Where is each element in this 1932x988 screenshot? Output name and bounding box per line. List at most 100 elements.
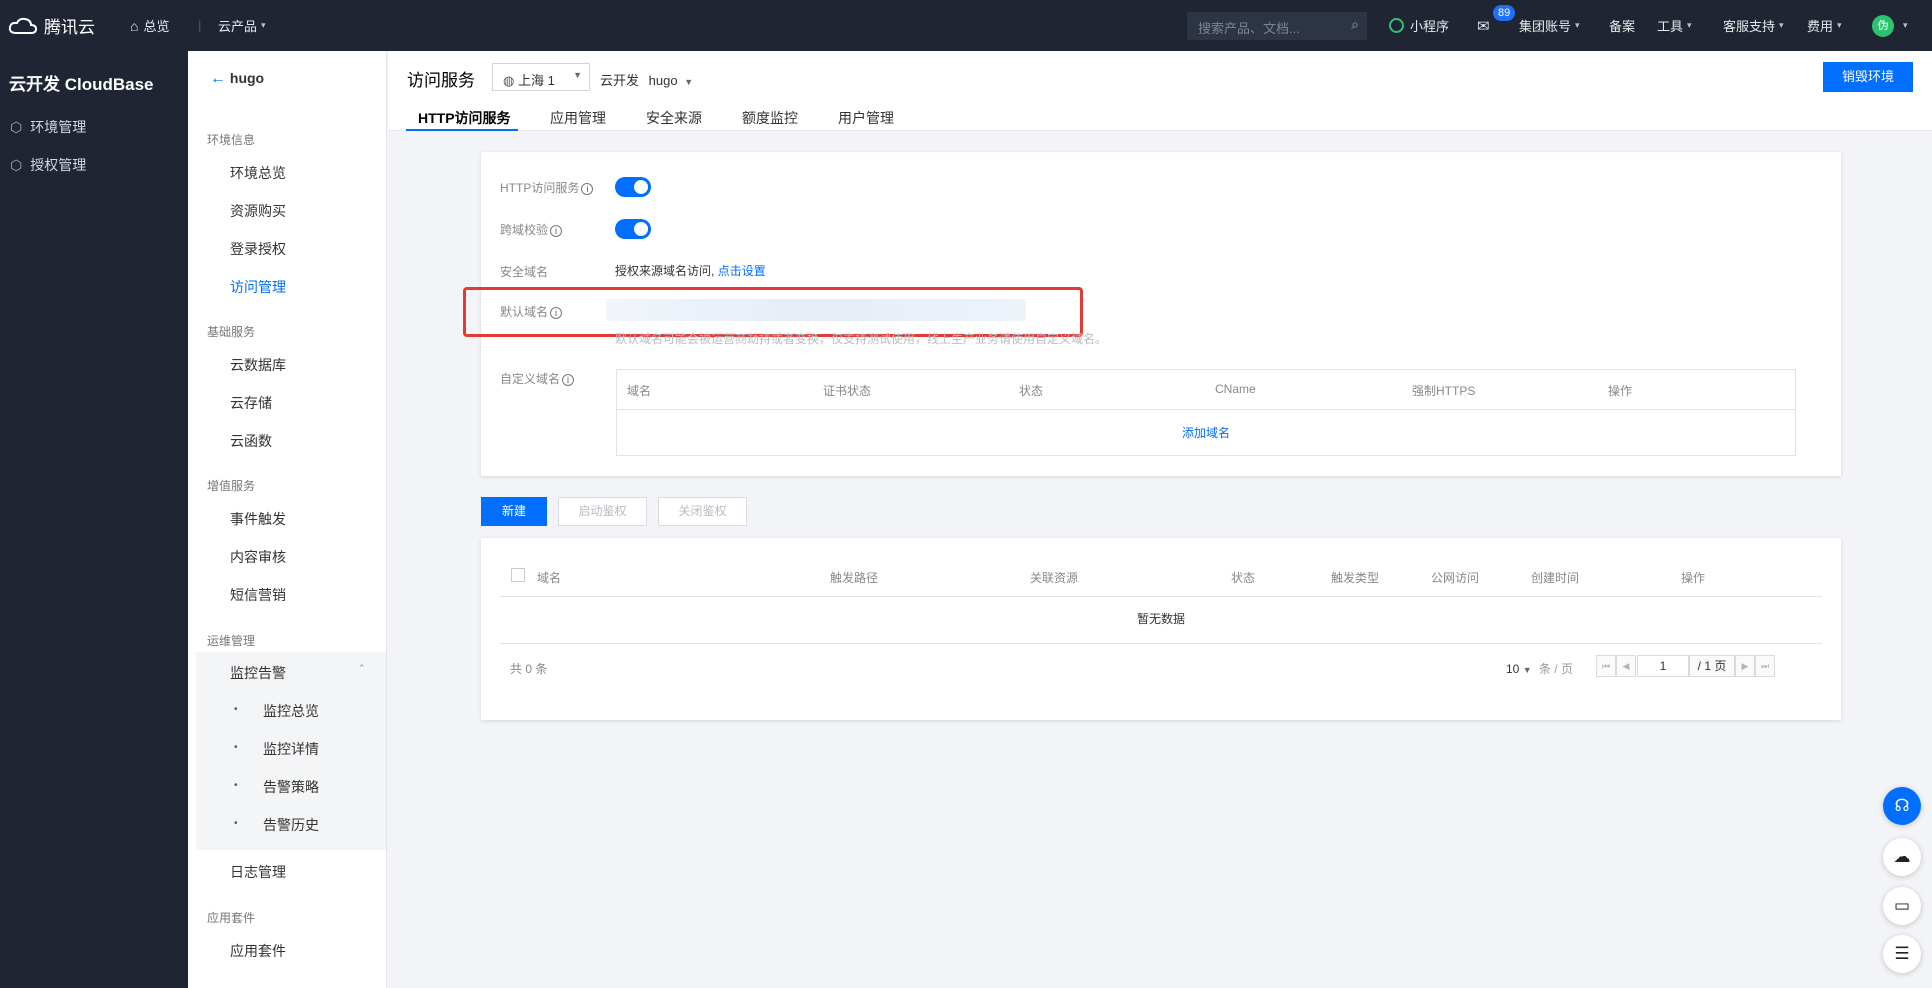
logo[interactable]: 腾讯云 xyxy=(8,0,95,51)
nav-item-event-trigger[interactable]: 事件触发 xyxy=(230,509,286,529)
group-account-label: 集团账号 xyxy=(1519,19,1572,34)
group-env-info: 环境信息 xyxy=(207,133,256,147)
tools-menu[interactable]: 工具 ▾ xyxy=(1657,0,1692,51)
destroy-env-button[interactable]: 销毁环境 xyxy=(1823,62,1913,92)
tab-safe-sources[interactable]: 安全来源 xyxy=(646,108,702,128)
sidebar-item-authorization[interactable]: ⬡ 授权管理 xyxy=(10,155,86,175)
arrow-left-icon: ← xyxy=(210,70,226,87)
search-icon[interactable]: ⌕ xyxy=(1351,16,1359,33)
tab-user-management[interactable]: 用户管理 xyxy=(838,108,894,128)
sidebar-item-environment[interactable]: ⬡ 环境管理 xyxy=(10,117,86,137)
select-all-checkbox[interactable] xyxy=(511,568,525,582)
active-tab-indicator xyxy=(406,129,518,131)
info-icon[interactable]: i xyxy=(581,183,594,195)
routes-card: 域名 触发路径 关联资源 状态 触发类型 公网访问 创建时间 操作 暂无数据 共… xyxy=(481,538,1841,720)
env-select[interactable]: 云开发 hugo ▼ xyxy=(600,70,693,89)
bullet-icon: • xyxy=(234,780,238,791)
label-text: 跨域校验 xyxy=(500,223,549,237)
page-total: / 1 页 xyxy=(1689,655,1735,677)
chevron-down-icon: ▾ xyxy=(1687,20,1692,30)
body-divider xyxy=(500,643,1822,644)
group-account-menu[interactable]: 集团账号 ▾ xyxy=(1519,0,1580,51)
new-button[interactable]: 新建 xyxy=(481,497,547,526)
nav-item-overview[interactable]: 环境总览 xyxy=(230,163,286,183)
tab-app-management[interactable]: 应用管理 xyxy=(550,108,606,128)
miniprogram-link[interactable]: 小程序 xyxy=(1389,0,1449,51)
nav-item-access-mgmt[interactable]: 访问管理 xyxy=(230,277,286,297)
nav-item-app-suite[interactable]: 应用套件 xyxy=(230,941,286,961)
chevron-down-icon[interactable]: ▾ xyxy=(1899,0,1908,51)
bullet-icon: • xyxy=(234,818,238,829)
tab-quota-monitor[interactable]: 额度监控 xyxy=(742,108,798,128)
page-size-unit: 条 / 页 xyxy=(1538,662,1573,676)
header-divider xyxy=(500,596,1822,597)
mail-badge: 89 xyxy=(1493,5,1516,21)
nav-item-log-mgmt[interactable]: 日志管理 xyxy=(230,862,286,882)
info-icon[interactable]: i xyxy=(562,374,575,386)
page-size-select[interactable]: 10 ▼ 条 / 页 xyxy=(1506,660,1573,677)
http-service-toggle[interactable] xyxy=(615,177,651,197)
last-page-icon[interactable]: ⏭ xyxy=(1755,655,1775,677)
product-sidebar: 云开发 CloudBase ⬡ 环境管理 ⬡ 授权管理 xyxy=(0,51,188,988)
column-status: 状态 xyxy=(1231,571,1256,585)
http-settings-card: HTTP访问服务 i 跨域校验 i 安全域名 授权来源域名访问, 点击设置 默认域名… xyxy=(463,152,1841,476)
support-label: 客服支持 xyxy=(1723,19,1776,34)
authorization-icon: ⬡ xyxy=(10,156,23,173)
cloud-icon[interactable]: ☁ xyxy=(1883,838,1921,876)
overview-label: 总览 xyxy=(143,19,170,34)
support-icon[interactable]: ☊ xyxy=(1883,787,1921,825)
nav-item-content-review[interactable]: 内容审核 xyxy=(230,547,286,567)
overview-link[interactable]: ⌂ 总览 xyxy=(130,0,169,51)
prev-page-icon[interactable]: ◀ xyxy=(1616,655,1636,677)
back-button[interactable]: ← hugo xyxy=(210,70,264,88)
column-public-access: 公网访问 xyxy=(1431,571,1480,585)
column-resource: 关联资源 xyxy=(1030,571,1079,585)
search-input[interactable]: 搜索产品、文档... ⌕ xyxy=(1187,12,1367,40)
products-menu[interactable]: 云产品 ▾ xyxy=(218,0,266,51)
globe-icon: ◍ xyxy=(503,73,515,88)
nav-item-login-auth[interactable]: 登录授权 xyxy=(230,239,286,259)
enable-auth-button[interactable]: 启动鉴权 xyxy=(558,497,647,526)
nav-item-purchase[interactable]: 资源购买 xyxy=(230,201,286,221)
table-divider xyxy=(617,409,1795,410)
nav-item-alert-history[interactable]: 告警历史 xyxy=(263,815,319,835)
add-domain-link[interactable]: 添加域名 xyxy=(617,424,1795,441)
logo-text: 腾讯云 xyxy=(44,18,95,37)
info-icon[interactable]: i xyxy=(550,225,563,237)
divider: | xyxy=(198,18,202,33)
mail-icon[interactable]: ✉ xyxy=(1477,0,1490,51)
list-icon[interactable]: ☰ xyxy=(1883,935,1921,973)
first-page-icon[interactable]: ⏮ xyxy=(1596,655,1616,677)
region-select[interactable]: ◍ 上海 1 ▼ xyxy=(492,63,590,91)
nav-item-monitor-overview[interactable]: 监控总览 xyxy=(263,701,319,721)
nav-item-sms-marketing[interactable]: 短信营销 xyxy=(230,585,286,605)
cors-toggle[interactable] xyxy=(615,219,651,239)
nav-item-functions[interactable]: 云函数 xyxy=(230,431,272,451)
nav-item-database[interactable]: 云数据库 xyxy=(230,355,286,375)
safe-domain-link[interactable]: 点击设置 xyxy=(718,264,766,278)
support-menu[interactable]: 客服支持 ▾ xyxy=(1723,0,1784,51)
nav-item-storage[interactable]: 云存储 xyxy=(230,393,272,413)
billing-menu[interactable]: 费用 ▾ xyxy=(1807,0,1842,51)
book-icon[interactable]: ▭ xyxy=(1883,887,1921,925)
page-header: 访问服务 ◍ 上海 1 ▼ 云开发 hugo ▼ 销毁环境 HTTP访问服务 应… xyxy=(388,51,1932,131)
chevron-down-icon: ▼ xyxy=(573,70,582,80)
column-actions: 操作 xyxy=(1681,571,1706,585)
group-suite: 应用套件 xyxy=(207,911,256,925)
next-page-icon[interactable]: ▶ xyxy=(1735,655,1755,677)
nav-item-monitor-detail[interactable]: 监控详情 xyxy=(263,739,319,759)
environment-nav: ← hugo 环境信息 环境总览 资源购买 登录授权 访问管理 基础服务 云数据… xyxy=(188,51,387,988)
search-placeholder: 搜索产品、文档... xyxy=(1198,21,1300,36)
label-text: HTTP访问服务 xyxy=(500,181,580,195)
disable-auth-button[interactable]: 关闭鉴权 xyxy=(658,497,747,526)
filing-link[interactable]: 备案 xyxy=(1609,0,1635,51)
chevron-down-icon: ▾ xyxy=(261,20,266,30)
tab-http-service[interactable]: HTTP访问服务 xyxy=(418,108,511,128)
nav-item-alert-policy[interactable]: 告警策略 xyxy=(263,777,319,797)
column-actions: 操作 xyxy=(1608,384,1633,398)
env-prefix: 云开发 xyxy=(600,73,640,88)
chevron-up-icon[interactable]: ⌃ xyxy=(358,663,366,674)
page-input[interactable]: 1 xyxy=(1637,655,1689,677)
nav-item-monitor-alert[interactable]: 监控告警 xyxy=(230,663,286,683)
avatar[interactable]: 伪 xyxy=(1872,15,1894,37)
